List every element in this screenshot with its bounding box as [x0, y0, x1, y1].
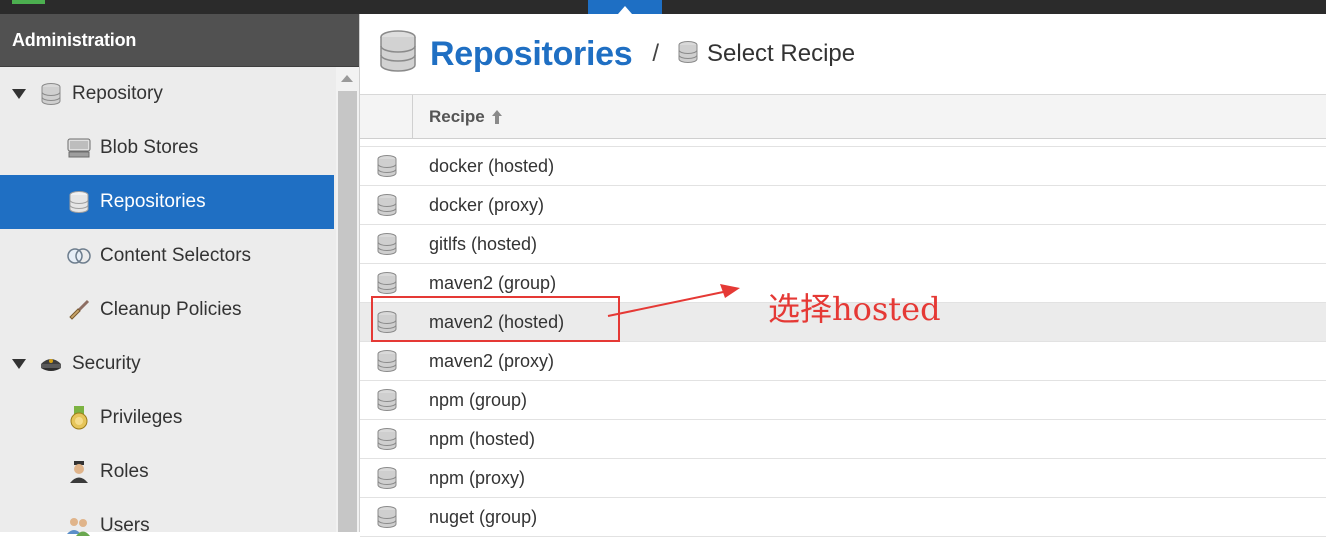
sidebar-item-label: Content Selectors [100, 245, 252, 266]
database-icon [378, 29, 418, 80]
recipe-name: npm (group) [429, 389, 528, 410]
sidebar-item-label: Security [72, 353, 141, 374]
recipe-name: docker (hosted) [429, 155, 555, 176]
recipe-name: npm (proxy) [429, 467, 526, 488]
table-header: Recipe [360, 94, 1326, 139]
sidebar: Administration Repository Blob Stores Re… [0, 14, 360, 536]
annotation-arrow-icon [607, 284, 740, 317]
sidebar-item-roles[interactable]: Roles [0, 445, 334, 499]
recipe-name: maven2 (group) [429, 272, 557, 293]
main-content: Repositories / Select Recipe Recipe dock… [360, 14, 1326, 537]
broom-icon [66, 297, 92, 323]
sidebar-item-label: Repositories [100, 191, 206, 212]
column-header-label: Recipe [429, 106, 485, 126]
database-icon [360, 349, 413, 373]
table-row[interactable]: maven2 (proxy) [360, 342, 1326, 381]
medal-icon [66, 405, 92, 431]
recipe-name: gitlfs (hosted) [429, 233, 538, 254]
sidebar-item-repositories[interactable]: Repositories [0, 175, 334, 229]
database-icon [360, 388, 413, 412]
breadcrumb-separator: / [652, 40, 660, 67]
sidebar-nav: Repository Blob Stores Repositories Cont… [0, 67, 334, 553]
database-icon [360, 271, 413, 295]
table-row[interactable]: npm (proxy) [360, 459, 1326, 498]
recipe-name: docker (proxy) [429, 194, 545, 215]
sort-ascending-icon[interactable] [491, 109, 503, 125]
breadcrumb-current: Select Recipe [707, 40, 856, 67]
scrollbar-thumb[interactable] [338, 91, 357, 532]
server-icon [66, 135, 92, 161]
sidebar-item-repository[interactable]: Repository [0, 67, 334, 121]
database-icon [360, 427, 413, 451]
table-row[interactable]: npm (group) [360, 381, 1326, 420]
icon-column-header [360, 94, 413, 139]
annotation-text: 选择hosted [768, 290, 941, 328]
sidebar-item-label: Blob Stores [100, 137, 199, 158]
breadcrumb-link-repositories[interactable]: Repositories [430, 35, 633, 74]
scroll-up-icon[interactable] [341, 75, 353, 82]
database-icon [38, 81, 64, 107]
brand-logo [12, 0, 45, 4]
content-selector-icon [66, 243, 92, 269]
recipe-name: maven2 (proxy) [429, 350, 555, 371]
sidebar-item-label: Roles [100, 461, 149, 482]
sidebar-item-blob-stores[interactable]: Blob Stores [0, 121, 334, 175]
sidebar-item-security[interactable]: Security [0, 337, 334, 391]
top-toolbar [0, 0, 1326, 14]
table-row[interactable]: npm (hosted) [360, 420, 1326, 459]
database-icon [360, 193, 413, 217]
recipe-name: npm (hosted) [429, 428, 536, 449]
users-icon [66, 513, 92, 539]
admin-mode-tab[interactable] [588, 0, 662, 14]
caret-down-icon[interactable] [12, 89, 26, 99]
database-icon [360, 154, 413, 178]
database-icon [360, 505, 413, 529]
column-header-recipe[interactable]: Recipe [413, 107, 503, 127]
breadcrumb: Repositories / Select Recipe [360, 14, 1326, 94]
database-icon [66, 189, 92, 215]
database-icon [360, 466, 413, 490]
sidebar-scrollbar[interactable] [336, 67, 359, 532]
sidebar-item-users[interactable]: Users [0, 499, 334, 553]
database-icon [360, 232, 413, 256]
user-role-icon [66, 459, 92, 485]
sidebar-header: Administration [0, 14, 359, 67]
table-row[interactable]: nuget (group) [360, 498, 1326, 537]
recipe-name: nuget (group) [429, 506, 538, 527]
table-row[interactable]: docker (hosted) [360, 147, 1326, 186]
police-cap-icon [38, 351, 64, 377]
table-row[interactable]: docker (proxy) [360, 186, 1326, 225]
sidebar-item-label: Repository [72, 83, 163, 104]
sidebar-item-cleanup-policies[interactable]: Cleanup Policies [0, 283, 334, 337]
sidebar-item-label: Users [100, 515, 150, 536]
sidebar-item-label: Privileges [100, 407, 183, 428]
annotation-highlight-box [371, 296, 620, 342]
caret-down-icon[interactable] [12, 359, 26, 369]
sidebar-item-label: Cleanup Policies [100, 299, 242, 320]
sidebar-item-privileges[interactable]: Privileges [0, 391, 334, 445]
table-row[interactable]: gitlfs (hosted) [360, 225, 1326, 264]
sidebar-item-content-selectors[interactable]: Content Selectors [0, 229, 334, 283]
database-icon [677, 40, 699, 69]
